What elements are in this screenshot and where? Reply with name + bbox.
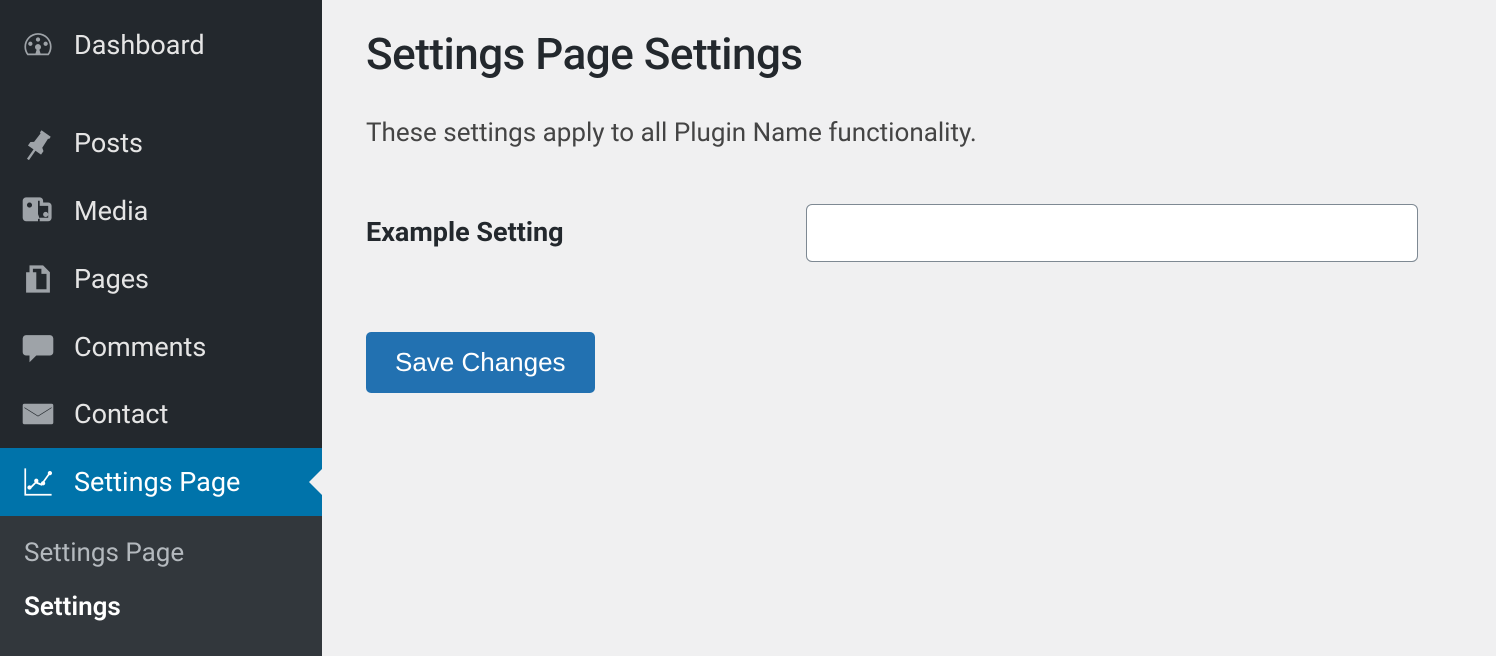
sidebar-item-settings-page[interactable]: Settings Page bbox=[0, 448, 322, 516]
sidebar-item-label: Pages bbox=[74, 263, 149, 295]
sidebar-item-label: Comments bbox=[74, 331, 206, 363]
dashboard-icon bbox=[20, 27, 56, 63]
sidebar-item-label: Media bbox=[74, 195, 148, 227]
save-changes-button[interactable]: Save Changes bbox=[366, 332, 595, 393]
sidebar-item-label: Posts bbox=[74, 127, 143, 159]
sidebar-item-label: Contact bbox=[74, 398, 168, 430]
sidebar-item-label: Settings Page bbox=[74, 466, 240, 498]
sidebar-item-dashboard[interactable]: Dashboard bbox=[0, 0, 322, 90]
admin-sidebar: Dashboard Posts Media Pages Commen bbox=[0, 0, 322, 656]
pushpin-icon bbox=[20, 125, 56, 161]
sidebar-submenu: Settings Page Settings bbox=[0, 516, 322, 656]
sidebar-item-pages[interactable]: Pages bbox=[0, 245, 322, 313]
sidebar-item-posts[interactable]: Posts bbox=[0, 110, 322, 178]
submenu-item-settings[interactable]: Settings bbox=[0, 580, 322, 634]
sidebar-item-contact[interactable]: Contact bbox=[0, 381, 322, 449]
main-content: Settings Page Settings These settings ap… bbox=[322, 0, 1496, 656]
page-title: Settings Page Settings bbox=[366, 28, 1452, 80]
pages-icon bbox=[20, 261, 56, 297]
example-setting-input[interactable] bbox=[806, 204, 1418, 262]
sidebar-item-comments[interactable]: Comments bbox=[0, 313, 322, 381]
submenu-item-settings-page[interactable]: Settings Page bbox=[0, 526, 322, 580]
envelope-icon bbox=[20, 396, 56, 432]
chart-line-icon bbox=[20, 464, 56, 500]
setting-field bbox=[806, 204, 1418, 262]
page-description: These settings apply to all Plugin Name … bbox=[366, 118, 1452, 148]
sidebar-item-label: Dashboard bbox=[74, 29, 205, 61]
setting-row-example: Example Setting bbox=[366, 204, 1452, 262]
sidebar-item-media[interactable]: Media bbox=[0, 177, 322, 245]
setting-label: Example Setting bbox=[366, 204, 806, 248]
media-icon bbox=[20, 193, 56, 229]
comments-icon bbox=[20, 329, 56, 365]
